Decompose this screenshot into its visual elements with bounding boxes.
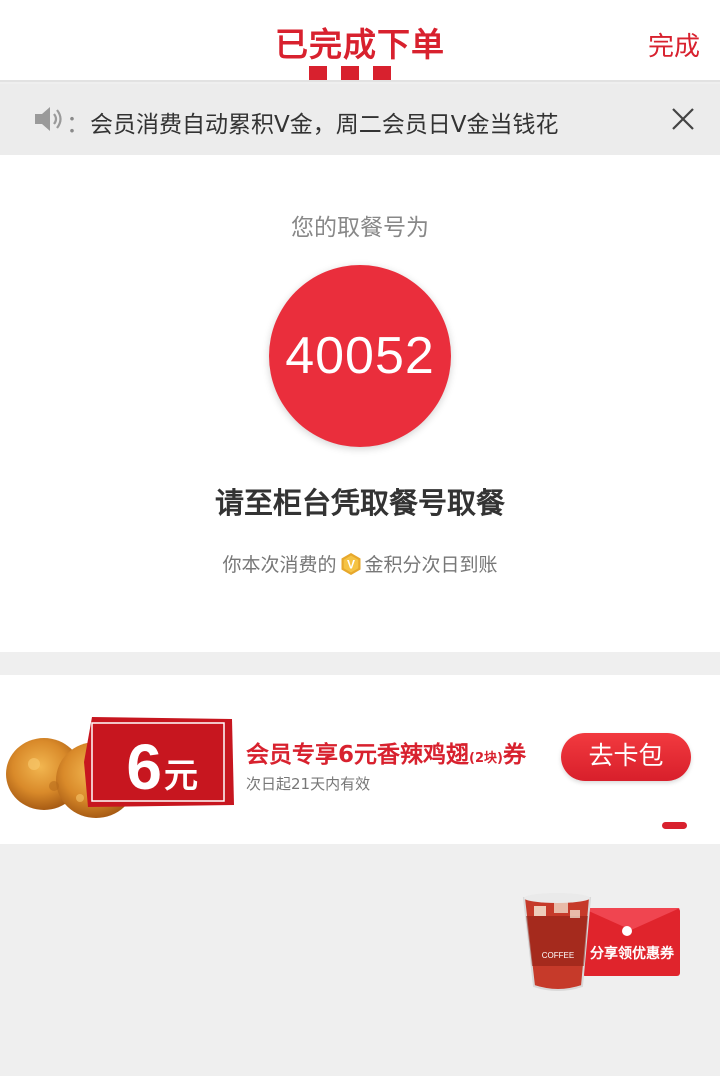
points-text-after: 金积分次日到账 [364,554,498,576]
coupon-title-suffix: 券 [502,742,526,768]
pickup-number-badge: 40052 [269,265,451,447]
coupon-title-qty: (2块) [469,751,503,766]
points-notice: 你本次消费的 V 金积分次日到账 [0,550,720,577]
v-coin-letter: V [346,558,354,572]
top-bar: 已完成下单 完成 [0,0,720,82]
coupon-unit: 元 [164,756,198,796]
go-to-wallet-button[interactable]: 去卡包 [561,733,691,781]
cup-brand-text: COFFEE [542,951,574,960]
speaker-icon [35,107,62,131]
v-coin-icon: V [341,553,360,575]
coupon-validity: 次日起21天内有效 [246,775,371,793]
share-coupon-widget[interactable]: COFFEE [520,886,684,994]
coupon-title: 会员专享6元香辣鸡翅(2块)券 [246,735,526,769]
coupon-amount: 6 [126,731,162,803]
pickup-number-label: 您的取餐号为 [291,215,429,241]
coupon-title-main: 会员专享6元香辣鸡翅 [246,742,470,768]
brand-stripe [309,66,327,80]
share-coupon-label[interactable]: 分享领优惠券 [584,943,680,963]
coupon-price-tag: 6 元 [84,717,234,807]
brand-stripes [309,66,391,80]
brand-stripe [341,66,359,80]
notice-separator: ： [66,110,90,138]
points-text-before: 你本次消费的 [222,554,337,576]
done-button[interactable]: 完成 [648,26,700,63]
page-title: 已完成下单 [275,25,445,64]
carousel-indicator [662,822,687,829]
pickup-instruction: 请至柜台凭取餐号取餐 [214,486,505,520]
notice-text: 会员消费自动累积V金，周二会员日V金当钱花 [90,112,559,138]
close-icon[interactable] [668,104,698,134]
brand-stripe [373,66,391,80]
pickup-number: 40052 [285,327,435,385]
